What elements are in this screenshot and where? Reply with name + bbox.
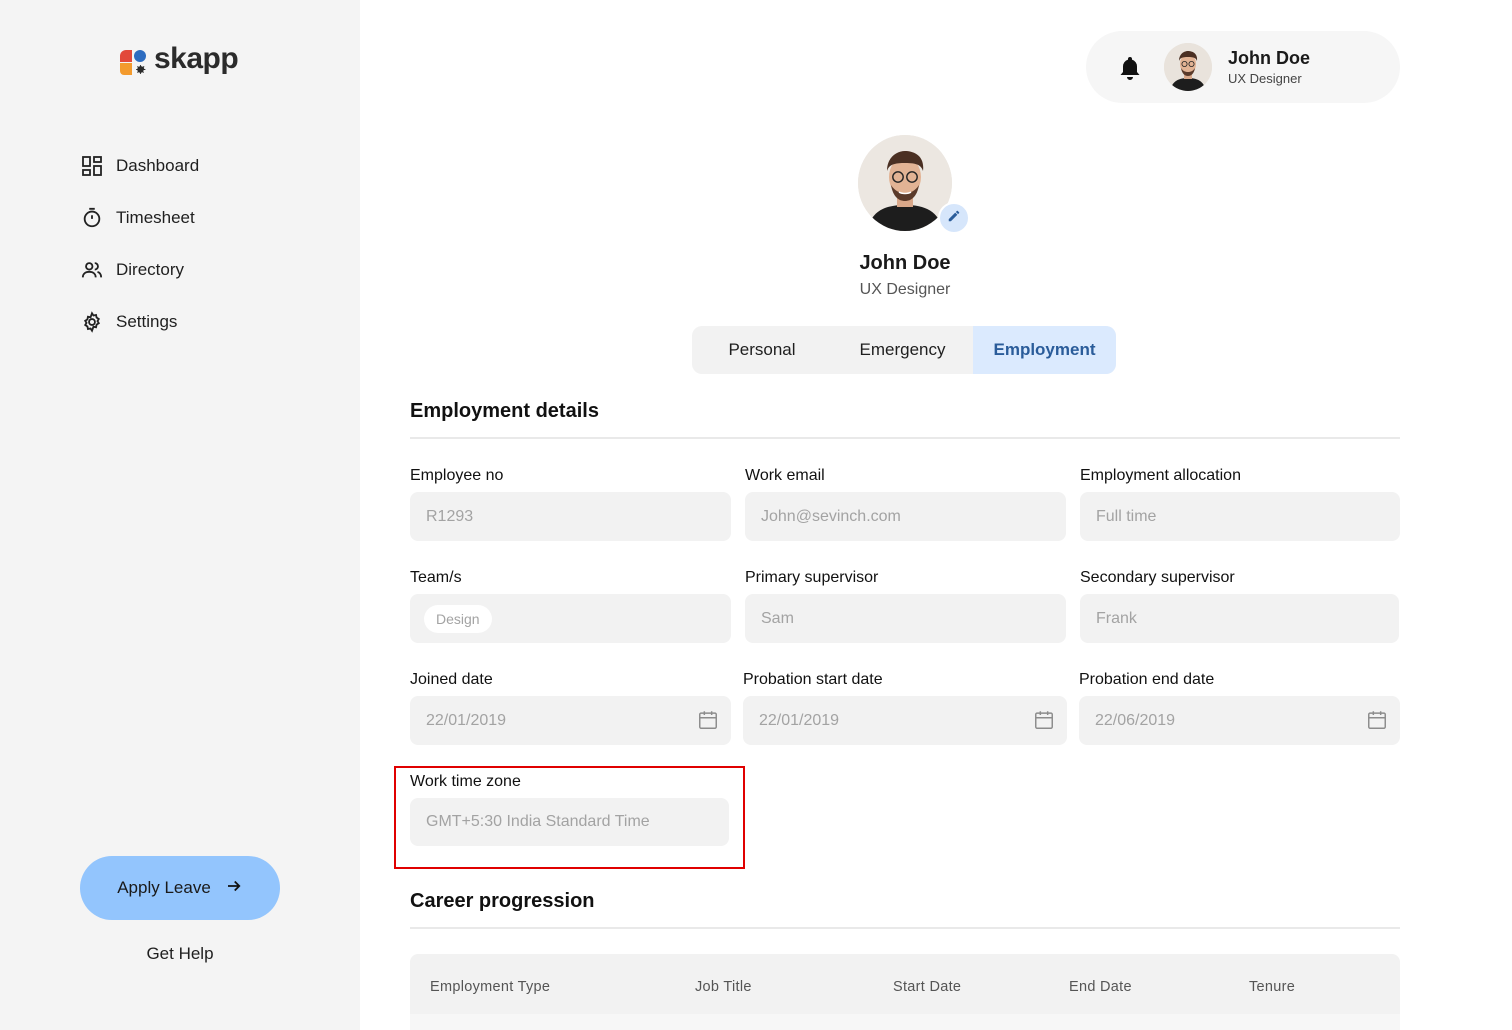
app-logo[interactable]: skapp xyxy=(120,42,239,76)
sidebar-item-settings[interactable]: Settings xyxy=(80,306,320,338)
sidebar-item-dashboard[interactable]: Dashboard xyxy=(80,150,320,182)
calendar-icon[interactable] xyxy=(1033,709,1055,731)
employment-allocation-value: Full time xyxy=(1096,507,1157,525)
probation-start-label: Probation start date xyxy=(743,671,883,688)
gear-icon xyxy=(80,310,104,334)
sidebar-item-label: Timesheet xyxy=(116,208,195,227)
joined-date-value: 22/01/2019 xyxy=(426,711,507,729)
primary-supervisor-value: Sam xyxy=(761,609,794,627)
stopwatch-icon xyxy=(80,206,104,230)
section-divider xyxy=(410,437,1400,439)
secondary-supervisor-field[interactable]: Frank xyxy=(1080,594,1399,643)
career-progression-title: Career progression xyxy=(410,890,595,912)
probation-start-value: 22/01/2019 xyxy=(759,711,840,729)
user-menu[interactable]: John Doe UX Designer xyxy=(1086,31,1400,103)
joined-date-field[interactable]: 22/01/2019 xyxy=(410,696,731,745)
probation-start-field[interactable]: 22/01/2019 xyxy=(743,696,1067,745)
section-divider xyxy=(410,927,1400,929)
employment-allocation-label: Employment allocation xyxy=(1080,467,1241,484)
get-help-link[interactable]: Get Help xyxy=(80,944,280,964)
tab-personal[interactable]: Personal xyxy=(692,326,832,374)
sidebar: skapp Dashboard Timesheet Directory Sett… xyxy=(0,0,360,1030)
apply-leave-label: Apply Leave xyxy=(117,878,211,897)
employment-allocation-field[interactable]: Full time xyxy=(1080,492,1400,541)
probation-end-label: Probation end date xyxy=(1079,671,1215,688)
teams-label: Team/s xyxy=(410,569,462,586)
employment-details-title: Employment details xyxy=(410,400,599,422)
primary-supervisor-field[interactable]: Sam xyxy=(745,594,1066,643)
sidebar-item-label: Settings xyxy=(116,312,178,331)
calendar-icon[interactable] xyxy=(1366,709,1388,731)
primary-supervisor-label: Primary supervisor xyxy=(745,569,879,586)
user-role: UX Designer xyxy=(1228,71,1302,86)
pencil-icon xyxy=(947,209,961,228)
probation-end-field[interactable]: 22/06/2019 xyxy=(1079,696,1400,745)
column-header: Job Title xyxy=(695,979,752,995)
notification-bell-icon[interactable] xyxy=(1118,55,1142,81)
secondary-supervisor-value: Frank xyxy=(1096,609,1137,627)
column-header: End Date xyxy=(1069,979,1132,995)
tab-emergency[interactable]: Emergency xyxy=(832,326,973,374)
employee-no-value: R1293 xyxy=(426,507,474,525)
employee-no-field[interactable]: R1293 xyxy=(410,492,731,541)
sidebar-item-label: Directory xyxy=(116,260,185,279)
sidebar-item-directory[interactable]: Directory xyxy=(80,254,320,286)
joined-date-label: Joined date xyxy=(410,671,493,688)
avatar[interactable] xyxy=(1164,43,1212,91)
profile-role: UX Designer xyxy=(859,281,951,298)
calendar-icon[interactable] xyxy=(697,709,719,731)
profile-name: John Doe xyxy=(859,252,951,274)
people-icon xyxy=(80,258,104,282)
column-header: Start Date xyxy=(893,979,962,995)
sidebar-item-label: Dashboard xyxy=(116,156,200,175)
app-name: skapp xyxy=(154,42,239,75)
sidebar-nav: Dashboard Timesheet Directory Settings xyxy=(80,150,320,358)
profile-tabs: Personal Emergency Employment xyxy=(692,326,1116,374)
employee-no-label: Employee no xyxy=(410,467,504,484)
team-chip: Design xyxy=(424,604,492,633)
teams-field[interactable]: Design xyxy=(410,594,731,643)
column-header: Tenure xyxy=(1249,979,1296,995)
apply-leave-button[interactable]: Apply Leave xyxy=(80,856,280,920)
work-email-field[interactable]: John@sevinch.com xyxy=(745,492,1066,541)
arrow-right-icon xyxy=(225,877,243,900)
sidebar-item-timesheet[interactable]: Timesheet xyxy=(80,202,320,234)
work-email-value: John@sevinch.com xyxy=(761,507,901,525)
user-name: John Doe xyxy=(1228,48,1311,68)
column-header: Employment Type xyxy=(430,979,551,995)
table-row xyxy=(410,1014,1400,1030)
highlight-box xyxy=(394,766,745,869)
work-email-label: Work email xyxy=(745,467,825,484)
dashboard-icon xyxy=(80,154,104,178)
skapp-logo-icon xyxy=(120,46,150,76)
edit-avatar-button[interactable] xyxy=(938,202,970,234)
career-table-header: Employment Type Job Title Start Date End… xyxy=(410,954,1400,1014)
probation-end-value: 22/06/2019 xyxy=(1095,711,1176,729)
tab-employment[interactable]: Employment xyxy=(973,326,1116,374)
secondary-supervisor-label: Secondary supervisor xyxy=(1080,569,1235,586)
